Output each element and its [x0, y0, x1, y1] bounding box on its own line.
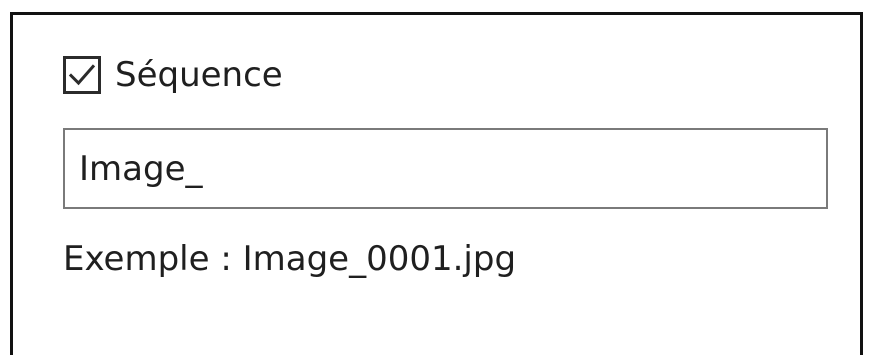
sequence-checkbox-row[interactable]: Séquence [63, 51, 283, 99]
example-filename-text: Exemple : Image_0001.jpg [63, 239, 517, 279]
check-icon [68, 64, 96, 86]
sequence-settings-panel: Séquence Exemple : Image_0001.jpg [10, 12, 863, 355]
sequence-checkbox[interactable] [63, 56, 101, 94]
sequence-label: Séquence [115, 55, 283, 95]
file-prefix-input[interactable] [63, 128, 828, 209]
